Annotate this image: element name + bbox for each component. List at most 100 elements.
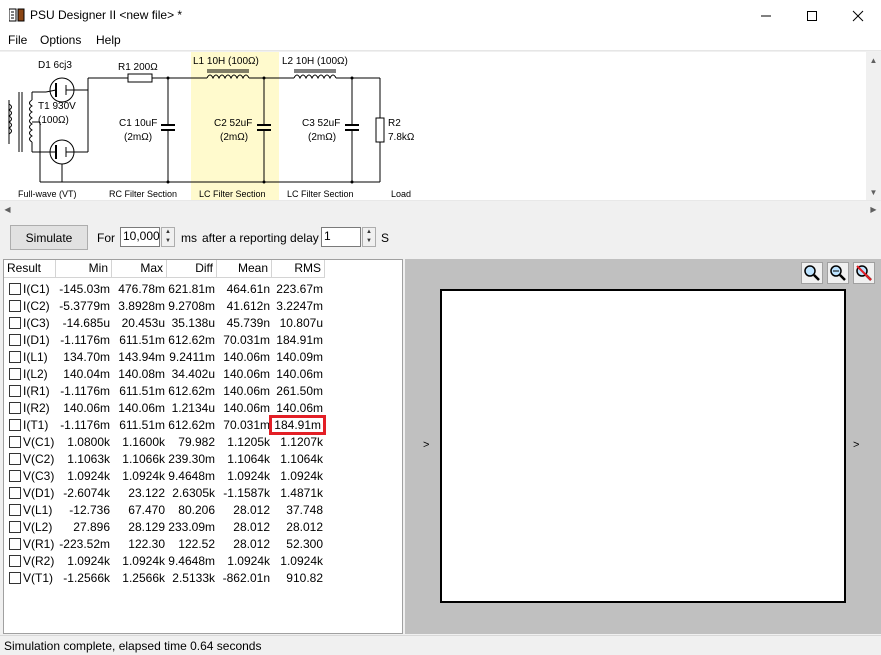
zoom-out-icon — [830, 265, 846, 281]
duration-input[interactable]: 10,000 — [120, 227, 160, 247]
expand-left-arrow[interactable]: > — [423, 439, 429, 451]
result-name: I(C2) — [23, 299, 50, 313]
result-cell: 28.012 — [233, 520, 270, 534]
result-cell: 9.2708m — [168, 299, 215, 313]
scroll-left-icon[interactable]: ◀ — [0, 201, 15, 217]
spin-down-icon[interactable]: ▼ — [363, 237, 375, 246]
row-checkbox[interactable] — [9, 521, 21, 533]
row-checkbox[interactable] — [9, 300, 21, 312]
section-rc-filter[interactable]: RC Filter Section — [109, 189, 177, 199]
row-checkbox[interactable] — [9, 572, 21, 584]
zoom-out-button[interactable] — [827, 262, 849, 284]
section-lc-filter-1[interactable]: LC Filter Section — [199, 189, 266, 199]
result-cell: 1.0924k — [227, 469, 270, 483]
table-row[interactable]: V(R1) -223.52m 122.30 122.52 28.012 52.300 — [4, 536, 402, 553]
result-cell: 28.012 — [233, 503, 270, 517]
scroll-down-icon[interactable]: ▼ — [866, 184, 881, 200]
col-rms[interactable]: RMS — [272, 260, 325, 278]
table-row[interactable]: I(R2) 140.06m 140.06m 1.2134u 140.06m 140.06m — [4, 400, 402, 417]
result-cell: 612.62m — [168, 333, 215, 347]
row-checkbox[interactable] — [9, 402, 21, 414]
table-row[interactable]: V(R2) 1.0924k 1.0924k 9.4648m 1.0924k 1.0924k — [4, 553, 402, 570]
circuit-schematic[interactable]: D1 6cj3 T1 930V (100Ω) R1 200Ω L1 10H (1… — [0, 52, 866, 200]
row-checkbox[interactable] — [9, 470, 21, 482]
spin-up-icon[interactable]: ▲ — [363, 228, 375, 237]
row-checkbox[interactable] — [9, 555, 21, 567]
r1-label: R1 200Ω — [118, 62, 158, 73]
result-cell: 223.67m — [276, 282, 323, 296]
expand-right-arrow[interactable]: > — [853, 439, 859, 451]
result-cell: 476.78m — [118, 282, 165, 296]
maximize-button[interactable] — [789, 0, 835, 31]
row-checkbox[interactable] — [9, 436, 21, 448]
row-checkbox[interactable] — [9, 419, 21, 431]
plot-area[interactable] — [440, 289, 846, 603]
row-checkbox[interactable] — [9, 453, 21, 465]
row-checkbox[interactable] — [9, 368, 21, 380]
spin-down-icon[interactable]: ▼ — [162, 237, 174, 246]
row-checkbox[interactable] — [9, 538, 21, 550]
delay-input[interactable]: 1 — [321, 227, 361, 247]
delay-spinner[interactable]: ▲ ▼ — [362, 227, 376, 247]
table-row[interactable]: V(C3) 1.0924k 1.0924k 9.4648m 1.0924k 1.0924k — [4, 468, 402, 485]
col-max[interactable]: Max — [112, 260, 167, 278]
result-cell: 23.122 — [128, 486, 165, 500]
section-fullwave[interactable]: Full-wave (VT) — [18, 189, 77, 199]
result-cell: 1.2134u — [171, 401, 215, 415]
col-mean[interactable]: Mean — [217, 260, 272, 278]
result-cell: 140.06m — [223, 350, 270, 364]
table-row[interactable]: V(T1) -1.2566k 1.2566k 2.5133k -862.01n 910.8… — [4, 570, 402, 587]
table-row[interactable]: V(L2) 27.896 28.129 233.09m 28.012 28.012 — [4, 519, 402, 536]
col-diff[interactable]: Diff — [167, 260, 217, 278]
t1-resistance: (100Ω) — [38, 115, 69, 126]
result-cell: 140.06m — [118, 401, 165, 415]
row-checkbox[interactable] — [9, 385, 21, 397]
table-row[interactable]: V(D1) -2.6074k 23.122 2.6305k -1.1587k 1.4871… — [4, 485, 402, 502]
section-lc-filter-2[interactable]: LC Filter Section — [287, 189, 354, 199]
section-load[interactable]: Load — [391, 189, 411, 199]
row-checkbox[interactable] — [9, 487, 21, 499]
t1-label: T1 930V — [38, 101, 76, 112]
menu-options[interactable]: Options — [40, 33, 81, 47]
close-button[interactable] — [835, 0, 881, 31]
zoom-reset-button[interactable] — [853, 262, 875, 284]
row-checkbox[interactable] — [9, 351, 21, 363]
menu-help[interactable]: Help — [96, 33, 121, 47]
table-row[interactable]: I(C2) -5.3779m 3.8928m 9.2708m 41.612n 3.2247… — [4, 298, 402, 315]
result-cell: 70.031m — [223, 418, 270, 432]
zoom-in-button[interactable] — [801, 262, 823, 284]
row-checkbox[interactable] — [9, 317, 21, 329]
results-table[interactable]: Result Min Max Diff Mean RMS I(C1) -145.0… — [3, 259, 403, 634]
duration-spinner[interactable]: ▲ ▼ — [161, 227, 175, 247]
result-cell: -1.1587k — [223, 486, 270, 500]
spin-up-icon[interactable]: ▲ — [162, 228, 174, 237]
scroll-right-icon[interactable]: ▶ — [866, 201, 881, 217]
table-row[interactable]: I(L2) 140.04m 140.08m 34.402u 140.06m 140.06m — [4, 366, 402, 383]
result-cell: 1.2566k — [122, 571, 165, 585]
schematic-vertical-scrollbar[interactable]: ▲ ▼ — [866, 52, 881, 200]
table-row[interactable]: V(C2) 1.1063k 1.1066k 239.30m 1.1064k 1.1064k — [4, 451, 402, 468]
col-result[interactable]: Result — [4, 260, 56, 278]
row-checkbox[interactable] — [9, 334, 21, 346]
row-checkbox[interactable] — [9, 504, 21, 516]
simulate-button[interactable]: Simulate — [10, 225, 88, 250]
menu-file[interactable]: File — [8, 33, 27, 47]
result-name: I(L2) — [23, 367, 48, 381]
result-cell: -1.1176m — [60, 418, 110, 432]
schematic-horizontal-scrollbar[interactable]: ◀ ▶ — [0, 200, 881, 216]
table-row[interactable]: I(D1) -1.1176m 611.51m 612.62m 70.031m 184.91… — [4, 332, 402, 349]
minimize-button[interactable] — [743, 0, 789, 31]
table-row[interactable]: V(L1) -12.736 67.470 80.206 28.012 37.748 — [4, 502, 402, 519]
result-cell: 1.0924k — [227, 554, 270, 568]
table-row[interactable]: I(R1) -1.1176m 611.51m 612.62m 140.06m 261.50… — [4, 383, 402, 400]
table-row[interactable]: I(C3) -14.685u 20.453u 35.138u 45.739n 10.807… — [4, 315, 402, 332]
table-row[interactable]: I(L1) 134.70m 143.94m 9.2411m 140.06m 140.09m — [4, 349, 402, 366]
table-row[interactable]: I(C1) -145.03m 476.78m 621.81m 464.61n 223.67… — [4, 281, 402, 298]
row-checkbox[interactable] — [9, 283, 21, 295]
result-cell: 239.30m — [168, 452, 215, 466]
col-min[interactable]: Min — [56, 260, 112, 278]
scroll-up-icon[interactable]: ▲ — [866, 52, 881, 68]
table-row[interactable]: V(C1) 1.0800k 1.1600k 79.982 1.1205k 1.1207k — [4, 434, 402, 451]
d1-label: D1 6cj3 — [38, 60, 72, 71]
table-row[interactable]: I(T1) -1.1176m 611.51m 612.62m 70.031m 184.91… — [4, 415, 402, 435]
